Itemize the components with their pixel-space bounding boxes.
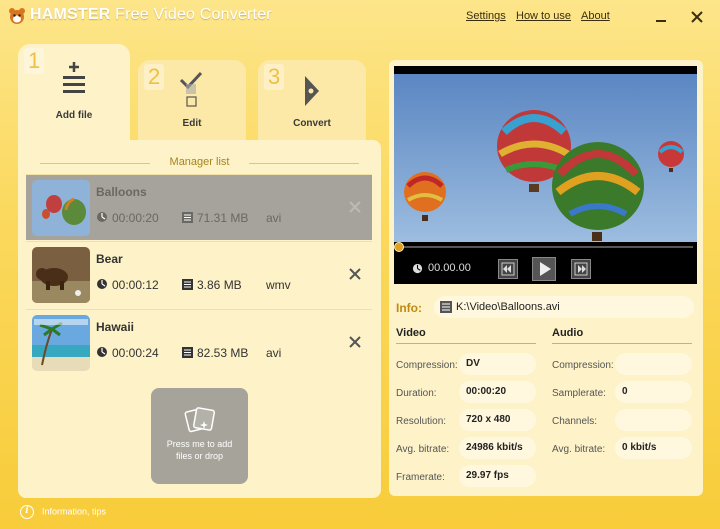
audio-channels-label: Channels:	[552, 416, 598, 427]
tab-convert-label: Convert	[293, 118, 331, 129]
info-tips-label: Information, tips	[42, 506, 107, 517]
file-size: 71.31 MB	[197, 211, 249, 225]
video-compression-label: Compression:	[396, 360, 458, 371]
info-path-field: K:\Video\Balloons.avi	[434, 296, 694, 318]
minimize-icon[interactable]	[654, 10, 668, 24]
fast-forward-button[interactable]	[571, 259, 591, 279]
rewind-button[interactable]	[498, 259, 518, 279]
remove-file-icon[interactable]	[348, 267, 362, 281]
rewind-icon	[501, 262, 515, 276]
thumbnail-image	[32, 247, 90, 303]
file-name: Bear	[96, 252, 123, 266]
video-framerate-value: 29.97 fps	[459, 465, 536, 487]
filesize-icon	[182, 212, 193, 223]
audio-channels-value	[615, 409, 692, 431]
tab-edit-label: Edit	[182, 118, 202, 129]
file-duration: 00:00:24	[112, 346, 159, 360]
remove-file-icon[interactable]	[348, 200, 362, 214]
audio-samplerate-label: Samplerate:	[552, 388, 606, 399]
video-framerate-label: Framerate:	[396, 472, 445, 483]
list-item[interactable]: Hawaii 00:00:24 82.53 MB avi	[26, 309, 372, 375]
file-name: Hawaii	[96, 320, 135, 334]
thumbnail-image	[32, 180, 90, 236]
video-frame-image	[394, 74, 697, 242]
tab-edit[interactable]: 2 Edit	[138, 60, 246, 140]
settings-link[interactable]: Settings	[466, 10, 506, 22]
photos-stack-icon	[184, 407, 216, 433]
title-bar: HAMSTER Free Video Converter Settings Ho…	[0, 0, 720, 34]
audio-samplerate-value: 0	[615, 381, 692, 403]
play-icon	[540, 262, 551, 276]
thumbnail-image	[32, 315, 90, 371]
edit-checkbox-icon	[179, 71, 203, 107]
video-duration-value: 00:00:20	[459, 381, 536, 403]
video-bitrate-label: Avg. bitrate:	[396, 444, 450, 455]
audio-bitrate-label: Avg. bitrate:	[552, 444, 606, 455]
info-icon: i	[20, 505, 34, 519]
remove-file-icon[interactable]	[348, 335, 362, 349]
drop-button-line1: Press me to add	[166, 439, 233, 449]
audio-compression-label: Compression:	[552, 360, 614, 371]
tab-convert[interactable]: 3 Convert	[258, 60, 366, 140]
audio-section-heading: Audio	[552, 327, 584, 339]
play-button[interactable]	[532, 257, 556, 281]
file-list-icon	[440, 301, 452, 313]
file-format: wmv	[266, 278, 291, 292]
audio-bitrate-value: 0 kbit/s	[615, 437, 692, 459]
file-duration: 00:00:12	[112, 278, 159, 292]
list-item[interactable]: Balloons 00:00:20 71.31 MB avi	[26, 174, 372, 240]
video-player: 00.00.00	[394, 66, 697, 284]
video-resolution-value: 720 x 480	[459, 409, 536, 431]
video-bitrate-value: 24986 kbit/s	[459, 437, 536, 459]
clock-icon	[97, 212, 107, 222]
seek-bar[interactable]	[398, 246, 693, 248]
clock-icon	[97, 347, 107, 357]
clock-icon	[412, 263, 423, 274]
file-format: avi	[266, 211, 282, 225]
video-duration-label: Duration:	[396, 388, 437, 399]
convert-arrow-icon	[305, 76, 319, 106]
video-section-heading: Video	[396, 327, 426, 339]
manager-list-heading: Manager list	[18, 156, 381, 172]
video-resolution-label: Resolution:	[396, 416, 447, 427]
filesize-icon	[182, 347, 193, 358]
divider	[396, 343, 536, 344]
file-size: 82.53 MB	[197, 346, 249, 360]
file-name: Balloons	[96, 185, 147, 199]
close-window-icon[interactable]	[690, 10, 704, 24]
drop-button-line2: files or drop	[175, 451, 224, 461]
file-format: avi	[266, 346, 282, 360]
app-title: HAMSTER Free Video Converter	[30, 6, 272, 23]
fast-forward-icon	[574, 262, 588, 276]
list-item[interactable]: Bear 00:00:12 3.86 MB wmv	[26, 241, 372, 307]
tab-add-file[interactable]: 1 Add file	[18, 44, 130, 144]
filesize-icon	[182, 279, 193, 290]
how-to-use-link[interactable]: How to use	[516, 10, 571, 22]
seek-handle[interactable]	[394, 242, 404, 252]
audio-compression-value	[615, 353, 692, 375]
info-path-value: K:\Video\Balloons.avi	[456, 301, 560, 313]
info-tips[interactable]: i Information, tips	[20, 505, 106, 519]
file-size: 3.86 MB	[197, 278, 242, 292]
tab-add-file-label: Add file	[55, 110, 93, 121]
hamster-logo-icon	[9, 8, 25, 24]
add-files-drop-button[interactable]: Press me to add files or drop	[151, 388, 248, 484]
playback-time: 00.00.00	[428, 262, 471, 274]
file-duration: 00:00:20	[112, 211, 159, 225]
video-compression-value: DV	[459, 353, 536, 375]
clock-icon	[97, 279, 107, 289]
add-file-icon	[63, 62, 85, 93]
info-label: Info:	[396, 301, 422, 315]
about-link[interactable]: About	[581, 10, 610, 22]
divider	[552, 343, 692, 344]
